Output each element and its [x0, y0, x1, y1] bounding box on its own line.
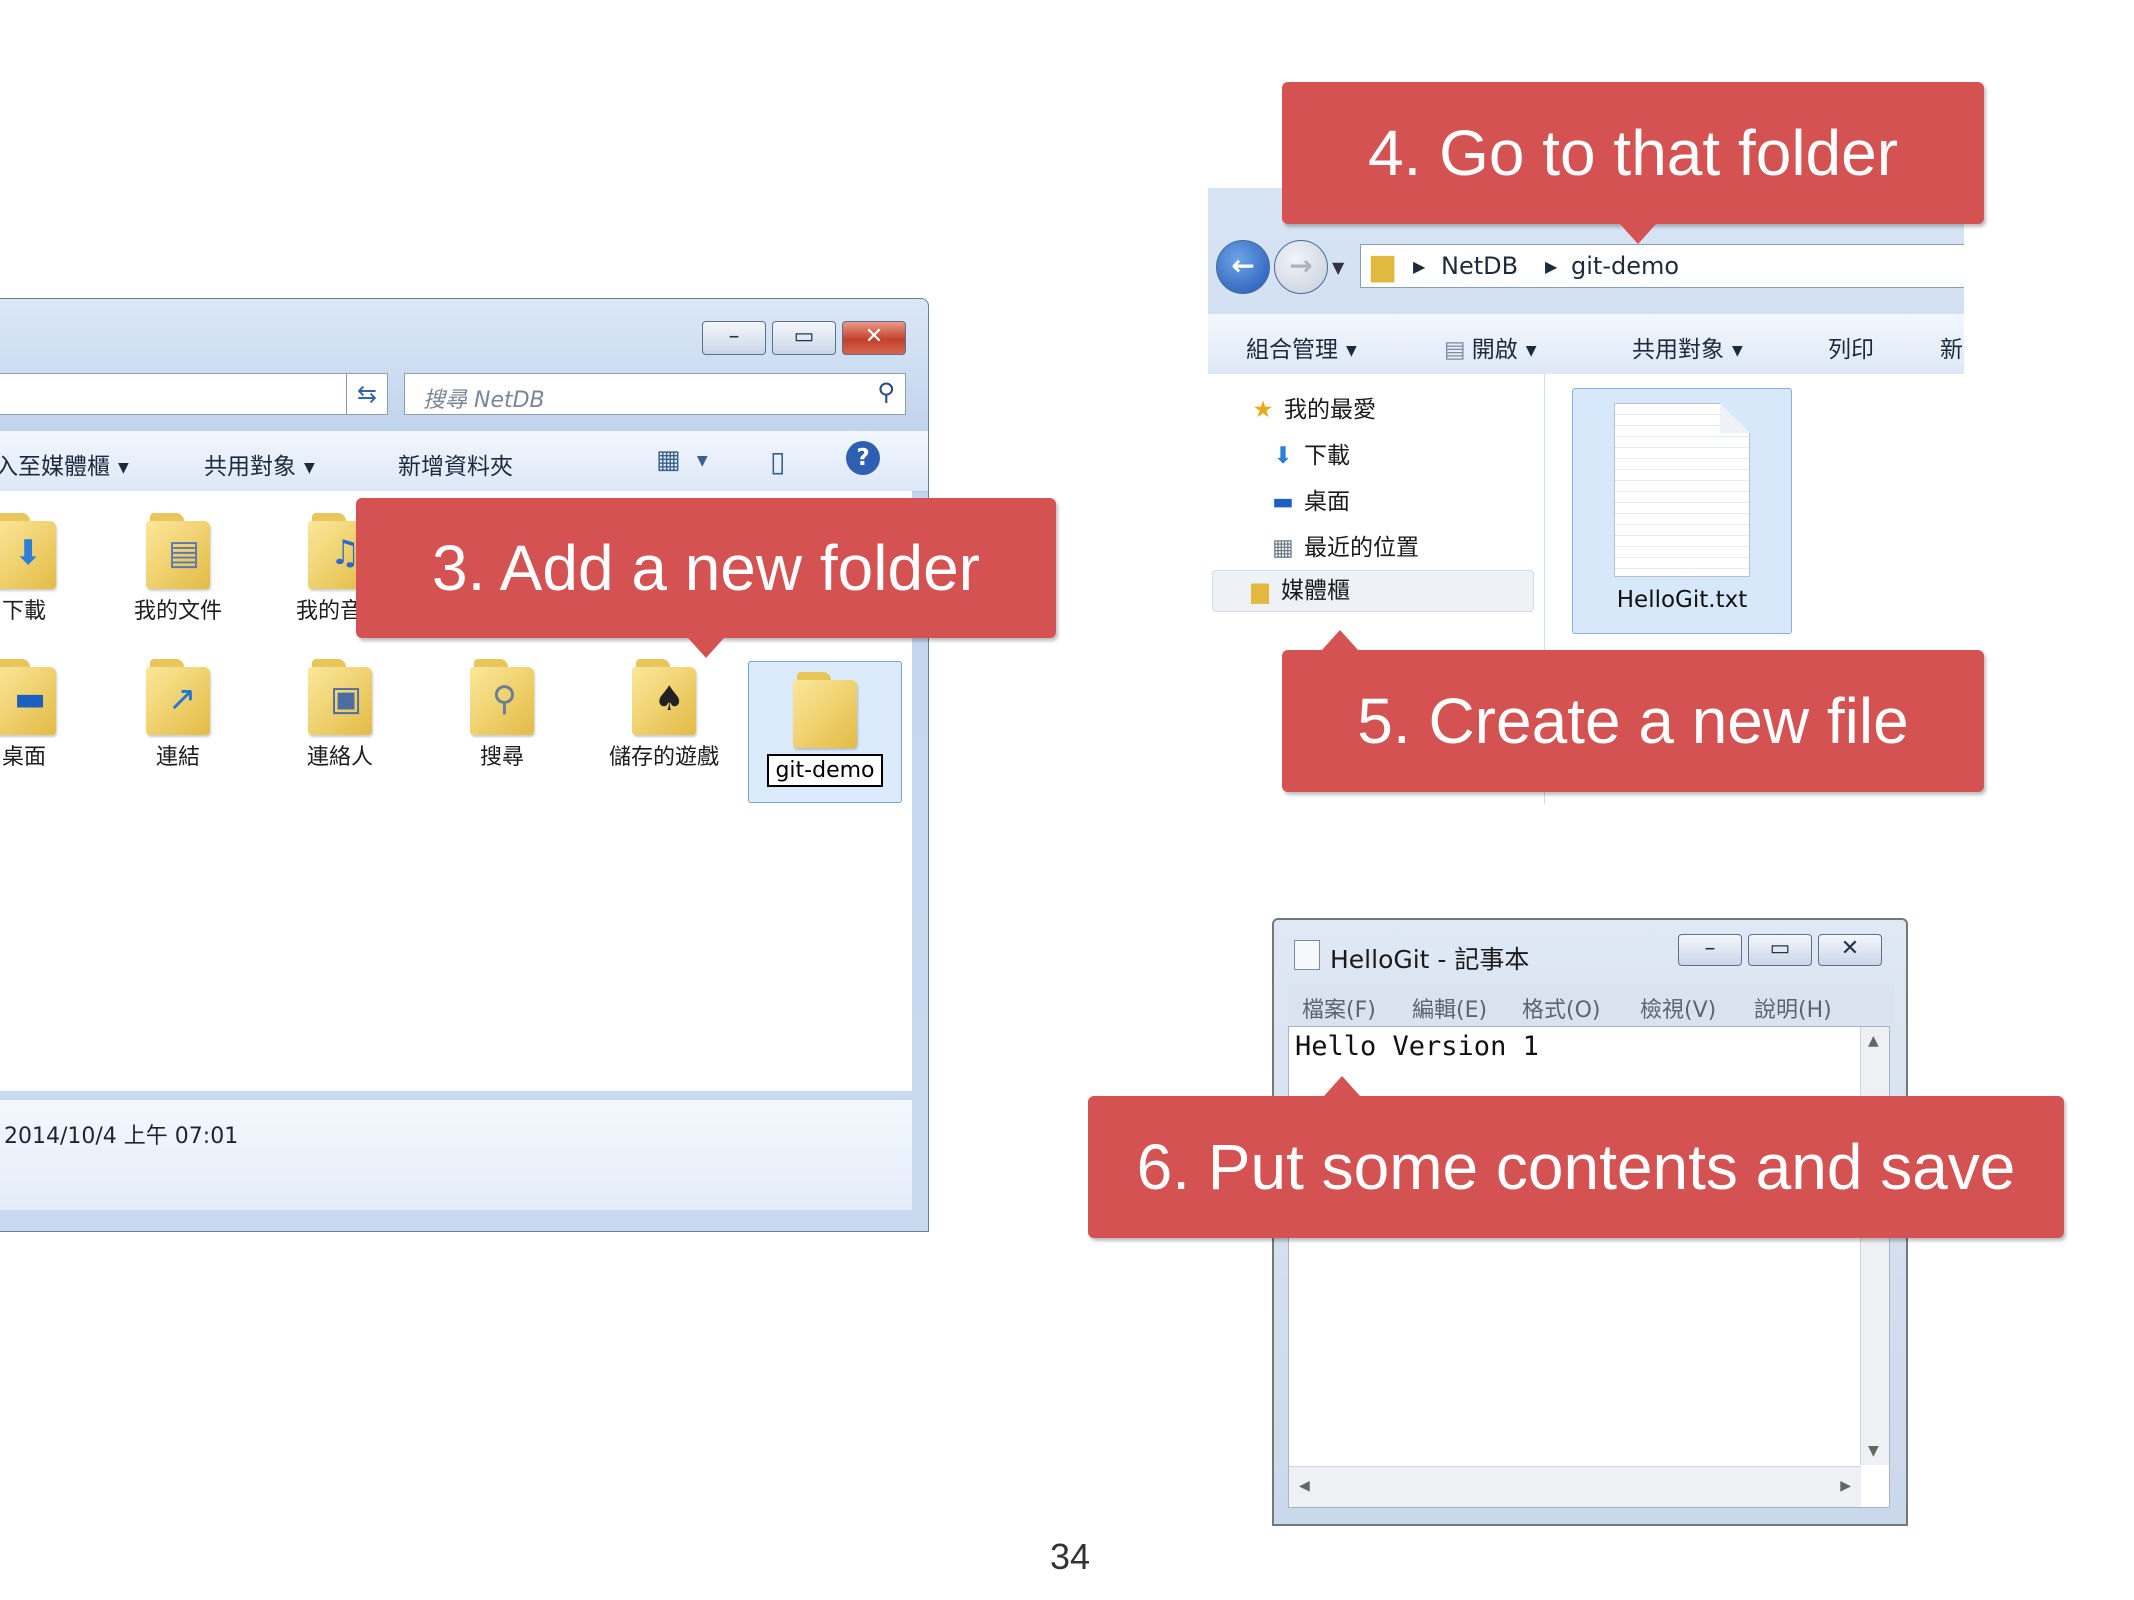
star-icon: ★	[1252, 397, 1274, 423]
breadcrumb-separator-icon: ▶	[1413, 257, 1426, 276]
new-folder-button[interactable]: 新增資料夾	[398, 447, 513, 481]
folder-item[interactable]: ▣ 連絡人	[270, 659, 410, 771]
address-bar[interactable]: ▼	[0, 373, 388, 415]
menu-file[interactable]: 檔案(F)	[1302, 992, 1376, 1024]
maximize-button[interactable]: ▭	[1748, 934, 1812, 966]
recent-places-icon: ▦	[1272, 535, 1294, 561]
menu-view[interactable]: 檢視(V)	[1640, 992, 1716, 1024]
callout-step6: 6. Put some contents and save	[1088, 1076, 2064, 1238]
open-button[interactable]: ▤ 開啟 ▼	[1444, 330, 1537, 364]
search-icon[interactable]: ⚲	[877, 378, 895, 406]
folder-item[interactable]: ⬇ 下載	[0, 513, 94, 625]
share-with-button[interactable]: 共用對象 ▼	[1632, 330, 1743, 364]
nav-item-downloads[interactable]: ⬇ 下載	[1268, 436, 1350, 470]
explorer-window-netdb: – ▭ ✕ ▼ ⇆ 搜尋 NetDB ⚲ 加入至媒體櫃▼ 共用對象▼ 新增資料夾…	[0, 298, 929, 1232]
recent-pages-chevron-icon[interactable]: ▼	[1332, 258, 1344, 277]
command-bar: 組合管理 ▼ ▤ 開啟 ▼ 共用對象 ▼ 列印 新	[1208, 314, 1964, 374]
callout-step3: 3. Add a new folder	[356, 498, 1056, 658]
share-with-button[interactable]: 共用對象 ▼	[204, 447, 315, 481]
folder-item[interactable]: ▤ 我的文件	[108, 513, 248, 625]
scroll-right-icon[interactable]: ▶	[1840, 1478, 1851, 1494]
callout-step4: 4. Go to that folder	[1282, 82, 1984, 244]
menu-bar: 檔案(F) 編輯(E) 格式(O) 檢視(V) 說明(H)	[1288, 984, 1894, 1024]
maximize-button[interactable]: ▭	[772, 321, 836, 355]
menu-format[interactable]: 格式(O)	[1522, 992, 1600, 1024]
menu-help[interactable]: 說明(H)	[1754, 992, 1832, 1024]
view-options-icon[interactable]: ▦ ▼	[656, 445, 708, 475]
file-name: HelloGit.txt	[1616, 587, 1748, 613]
folder-item[interactable]: ♠ 儲存的遊戲	[594, 659, 734, 771]
organize-button[interactable]: 組合管理 ▼	[1246, 330, 1357, 364]
nav-item-libraries[interactable]: ▆ 媒體櫃	[1212, 570, 1534, 612]
folder-item[interactable]: ↗ 連結	[108, 659, 248, 771]
forward-button[interactable]: →	[1274, 240, 1328, 294]
new-folder-item[interactable]: git-demo	[748, 661, 902, 803]
notepad-icon	[1294, 940, 1320, 970]
folder-icon	[793, 672, 857, 748]
nav-item-recent-places[interactable]: ▦ 最近的位置	[1268, 528, 1419, 562]
download-folder-icon: ⬇	[1273, 443, 1293, 469]
search-folder-icon: ⚲	[470, 659, 534, 735]
scroll-down-icon[interactable]: ▼	[1868, 1443, 1879, 1459]
add-to-library-button[interactable]: 加入至媒體櫃▼	[0, 447, 129, 481]
minimize-button[interactable]: –	[702, 321, 766, 355]
text-file-icon	[1614, 403, 1750, 577]
vertical-scrollbar[interactable]: ▲ ▼	[1860, 1027, 1889, 1465]
modified-date: 2014/10/4 上午 07:01	[4, 1124, 239, 1149]
scroll-up-icon[interactable]: ▲	[1868, 1033, 1879, 1049]
callout-pointer	[1620, 224, 1656, 244]
command-bar: 加入至媒體櫃▼ 共用對象▼ 新增資料夾 ▦ ▼ ▯ ?	[0, 431, 928, 492]
callout-pointer	[1324, 1076, 1360, 1096]
minimize-button[interactable]: –	[1678, 934, 1742, 966]
nav-item-desktop[interactable]: ▬ 桌面	[1268, 482, 1350, 516]
callout-pointer	[1322, 630, 1358, 650]
details-pane: 2014/10/4 上午 07:01	[0, 1099, 912, 1210]
file-item-hellogit[interactable]: HelloGit.txt	[1572, 388, 1792, 634]
search-placeholder: 搜尋 NetDB	[423, 388, 545, 413]
page-number: 34	[1049, 1536, 1091, 1577]
address-bar[interactable]: ▆ ▶ NetDB ▶ git-demo	[1360, 244, 1964, 288]
nav-item-favorites[interactable]: ★ 我的最愛	[1248, 390, 1376, 424]
desktop-icon: ▬	[0, 659, 56, 735]
close-button[interactable]: ✕	[1818, 934, 1882, 966]
desktop-icon: ▬	[1272, 489, 1294, 515]
callout-pointer	[688, 638, 724, 658]
horizontal-scrollbar[interactable]: ◀ ▶	[1289, 1466, 1861, 1507]
callout-step5: 5. Create a new file	[1282, 630, 1984, 792]
links-folder-icon: ↗	[146, 659, 210, 735]
window-title: HelloGit - 記事本	[1330, 945, 1530, 974]
folder-icon: ▆	[1371, 248, 1395, 283]
scroll-left-icon[interactable]: ◀	[1299, 1478, 1310, 1494]
folder-item[interactable]: ▬ 桌面	[0, 659, 94, 771]
menu-edit[interactable]: 編輯(E)	[1412, 992, 1487, 1024]
contacts-folder-icon: ▣	[308, 659, 372, 735]
search-input[interactable]: 搜尋 NetDB ⚲	[404, 373, 906, 415]
folder-item[interactable]: ⚲ 搜尋	[432, 659, 572, 771]
close-button[interactable]: ✕	[842, 321, 906, 355]
print-button[interactable]: 列印	[1828, 330, 1874, 364]
breadcrumb-separator-icon: ▶	[1545, 257, 1558, 276]
new-folder-button[interactable]: 新	[1940, 330, 1963, 364]
preview-pane-icon[interactable]: ▯	[770, 445, 785, 478]
documents-folder-icon: ▤	[146, 513, 210, 589]
saved-games-folder-icon: ♠	[632, 659, 696, 735]
download-folder-icon: ⬇	[0, 513, 56, 589]
breadcrumb-git-demo[interactable]: git-demo	[1571, 252, 1679, 280]
editor-content: Hello Version 1	[1295, 1031, 1539, 1062]
libraries-icon: ▆	[1251, 578, 1269, 604]
folder-rename-input[interactable]: git-demo	[767, 754, 883, 787]
breadcrumb-netdb[interactable]: NetDB	[1441, 252, 1518, 280]
notepad-icon: ▤	[1444, 337, 1466, 363]
help-icon[interactable]: ?	[846, 441, 880, 475]
refresh-icon[interactable]: ⇆	[346, 373, 388, 415]
back-button[interactable]: ←	[1216, 240, 1270, 294]
